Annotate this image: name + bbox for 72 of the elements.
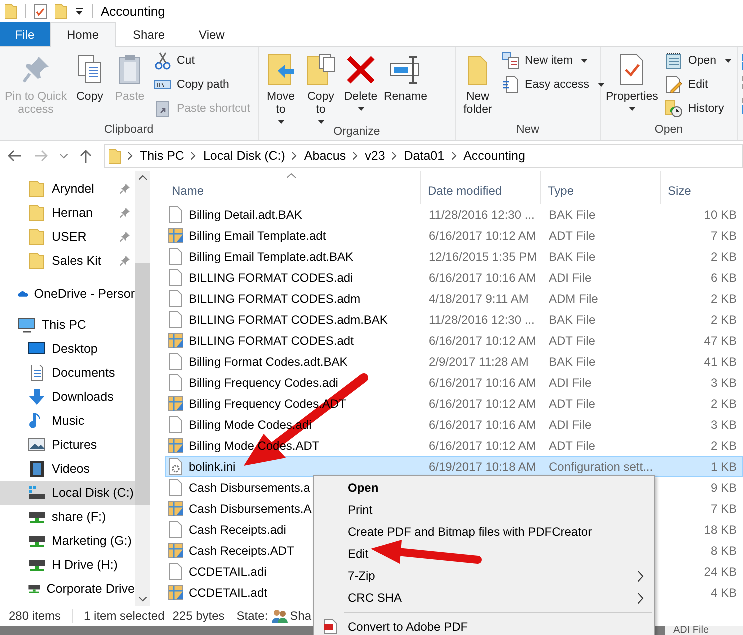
group-label: Clipboard [104,124,154,138]
date-cell: 2/9/2017 11:28 AM [429,354,529,368]
size-cell: 47 KB [704,334,737,348]
type-cell: BAK File [549,208,596,222]
type-cell: ADI File [549,418,592,432]
size-cell: 6 KB [710,270,737,284]
date-cell: 6/16/2017 10:12 AM [429,334,536,348]
date-cell: 6/19/2017 10:18 AM [429,460,536,474]
date-cell: 6/16/2017 10:16 AM [429,270,536,284]
state-value: Sha [290,609,312,623]
date-cell: 11/28/2016 12:30 ... [429,208,535,222]
group-label: New [516,124,540,138]
file-name: Billing Email Template.adt.BAK [189,250,354,264]
file-name: BILLING FORMAT CODES.adm [189,292,361,306]
size-cell: 18 KB [704,522,737,536]
file-name: Cash Receipts.ADT [189,544,294,558]
type-cell: BAK File [549,354,596,368]
size-cell: 7 KB [710,502,737,516]
size-cell: 1 KB [710,460,737,474]
file-name: Billing Format Codes.adt.BAK [189,354,348,368]
type-cell: Configuration sett... [549,460,654,474]
size-cell: 3 KB [710,418,737,432]
file-name: Cash Disbursements.A [189,502,312,516]
date-cell: 6/16/2017 10:12 AM [429,396,536,410]
type-cell: ADT File [549,438,596,452]
date-cell: 4/18/2017 9:11 AM [429,292,529,306]
type-cell: ADM File [549,292,598,306]
file-name: Billing Email Template.adt [189,228,326,242]
size-cell: 3 KB [710,376,737,390]
group-label: Organize [334,126,380,140]
size-cell: 8 KB [710,544,737,558]
selection-count: 1 item selected [84,609,165,623]
file-name: Billing Frequency Codes.adi [189,376,338,390]
file-name: Cash Receipts.adi [189,522,286,536]
file-name: CCDETAIL.adt [189,586,268,600]
type-cell: ADT File [549,228,596,242]
size-cell: 10 KB [704,208,737,222]
size-cell: 9 KB [710,480,737,494]
date-cell: 6/16/2017 10:12 AM [429,438,536,452]
size-cell: 2 KB [710,438,737,452]
date-cell: 6/16/2017 10:16 AM [429,376,536,390]
size-cell: 2 KB [710,312,737,326]
file-name: CCDETAIL.adi [189,564,267,578]
item-count: 280 items [9,609,62,623]
file-name: bolink.ini [189,460,236,474]
type-cell: ADT File [549,334,596,348]
file-name: BILLING FORMAT CODES.adm.BAK [189,312,388,326]
state-label: State: [236,609,268,623]
type-cell: ADI File [549,270,592,284]
file-name: Billing Detail.adt.BAK [189,208,302,222]
window-title: Accounting [101,4,166,18]
file-name: BILLING FORMAT CODES.adi [189,270,354,284]
size-cell: 41 KB [704,354,737,368]
type-cell: BAK File [549,312,596,326]
size-cell: 4 KB [710,586,737,600]
size-cell: 2 KB [710,292,737,306]
date-cell: 11/28/2016 12:30 ... [429,312,535,326]
size-cell: 2 KB [710,250,737,264]
date-cell: 6/16/2017 10:12 AM [429,228,536,242]
size-cell: 24 KB [704,564,737,578]
file-name: Cash Disbursements.a [189,480,310,494]
size-cell: 2 KB [710,396,737,410]
type-cell: BAK File [549,250,596,264]
type-cell: ADI File [549,376,592,390]
date-cell: 12/16/2015 1:35 PM [429,250,538,264]
group-label: Open [654,124,684,138]
file-name: BILLING FORMAT CODES.adt [189,334,354,348]
type-cell: ADT File [549,396,596,410]
date-cell: 6/16/2017 10:16 AM [429,418,536,432]
selection-size: 225 bytes [172,609,225,623]
size-cell: 7 KB [710,228,737,242]
taskbar-label: ADI File [665,626,743,635]
